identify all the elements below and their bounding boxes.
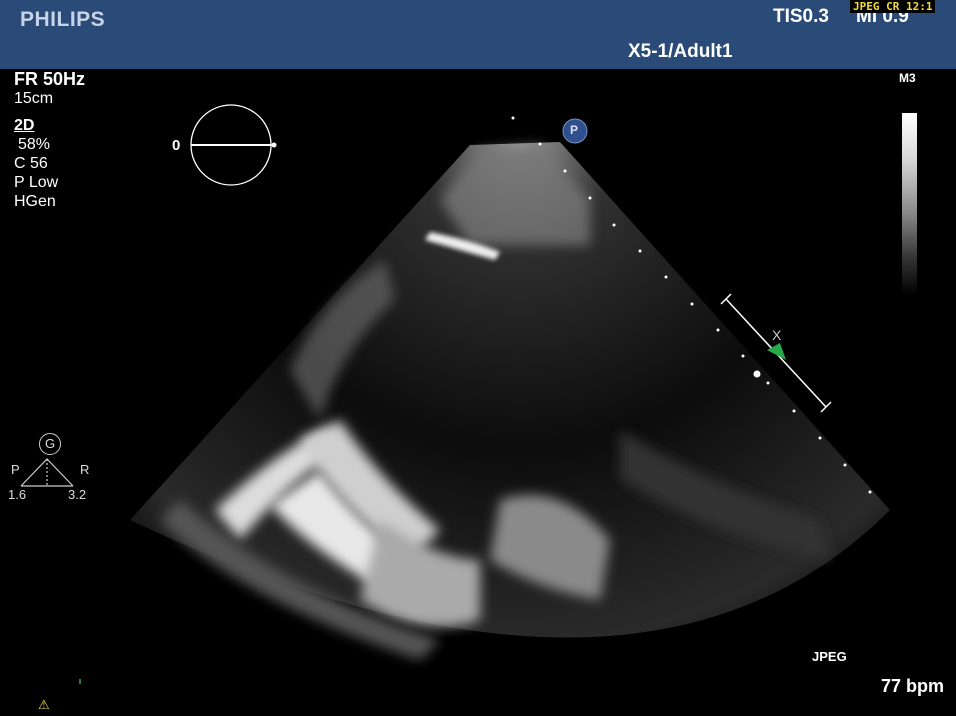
orientation-marker-label: P xyxy=(570,123,579,137)
ultrasound-image xyxy=(20,104,890,684)
body-marker-left-label: P xyxy=(11,462,20,477)
rotation-angle-icon xyxy=(190,104,277,186)
body-marker-left-value: 1.6 xyxy=(8,487,27,502)
g-marker: G xyxy=(39,433,61,455)
format-label: JPEG xyxy=(812,649,847,664)
heart-rate: 77 bpm xyxy=(881,676,945,696)
body-marker-right-label: R xyxy=(80,462,90,477)
focus-marker-label: X xyxy=(772,327,782,343)
warning-triangle-icon: ⚠ xyxy=(38,697,50,712)
body-marker-triangle-icon xyxy=(20,458,74,487)
body-marker-right-value: 3.2 xyxy=(68,487,87,502)
